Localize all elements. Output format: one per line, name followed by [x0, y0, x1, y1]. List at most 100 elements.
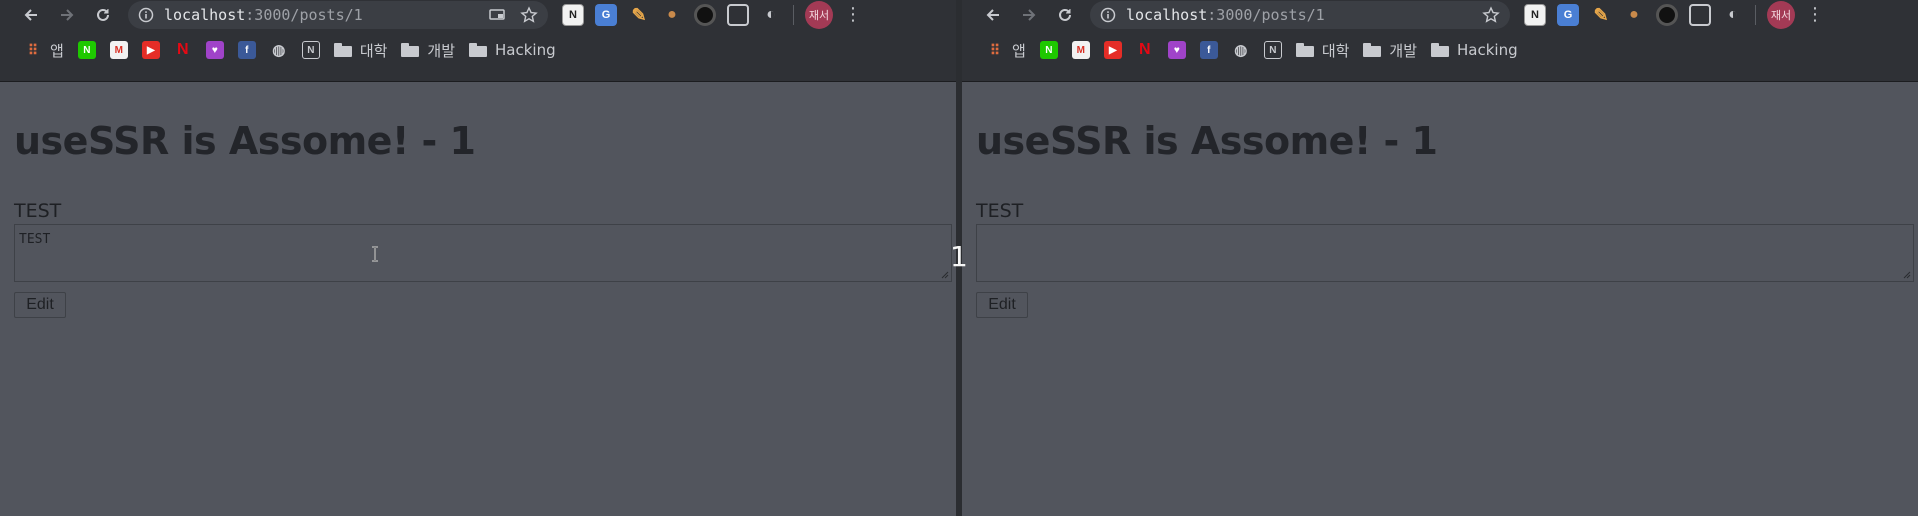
- menu-icon[interactable]: ⋮: [1806, 6, 1824, 24]
- reload-button[interactable]: [1054, 4, 1076, 26]
- gmail-icon[interactable]: M: [1071, 41, 1090, 59]
- netflix-icon[interactable]: N: [1136, 41, 1154, 59]
- window-extension-icon[interactable]: [1689, 4, 1711, 26]
- dark-mode-extension-icon[interactable]: [694, 4, 716, 26]
- naver-icon[interactable]: N: [1039, 41, 1058, 59]
- browser-chrome: localhost:3000/posts/1 N G ✎ ● ◐ 재서 ⋮ ⠿ …: [0, 0, 956, 82]
- omnibox-actions: [1482, 6, 1500, 24]
- notion-icon[interactable]: N: [301, 41, 320, 59]
- netflix-icon[interactable]: N: [174, 41, 192, 59]
- bookmark-folder-univ[interactable]: 대학: [1295, 40, 1350, 61]
- menu-icon[interactable]: ⋮: [844, 6, 862, 24]
- bookmark-folder-hacking[interactable]: Hacking: [469, 41, 556, 59]
- bookmark-label: Hacking: [1457, 41, 1518, 59]
- globe-icon[interactable]: ◍: [1232, 41, 1250, 59]
- facebook-icon[interactable]: f: [237, 41, 256, 59]
- bookmark-folder-hacking[interactable]: Hacking: [1431, 41, 1518, 59]
- toolbar-separator: [793, 5, 794, 25]
- omnibox-actions: [488, 6, 538, 24]
- facebook-icon[interactable]: f: [1199, 41, 1218, 59]
- reload-button[interactable]: [92, 4, 114, 26]
- forward-icon: [1023, 9, 1036, 21]
- page-content: useSSR is Assome! - 1 TEST Edit: [962, 119, 1918, 318]
- info-icon: [1100, 7, 1116, 23]
- youtube-icon[interactable]: ▶: [141, 41, 160, 59]
- bookmark-folder-dev[interactable]: 개발: [1363, 40, 1417, 61]
- resize-grip-icon[interactable]: [941, 271, 949, 279]
- info-icon: [138, 7, 154, 23]
- textarea-value: TEST: [19, 232, 51, 247]
- edit-button[interactable]: Edit: [14, 292, 66, 318]
- folder-icon: [1295, 43, 1314, 57]
- address-bar[interactable]: localhost:3000/posts/1: [1090, 1, 1510, 29]
- star-icon[interactable]: [520, 6, 538, 24]
- url-host: localhost: [164, 6, 246, 24]
- folder-icon: [1431, 43, 1450, 57]
- toolbar-separator: [1755, 5, 1756, 25]
- bookmark-apps[interactable]: ⠿ 앱: [986, 40, 1026, 61]
- bookmark-label: 앱: [1012, 41, 1026, 60]
- notion-icon[interactable]: N: [1263, 41, 1282, 59]
- star-icon[interactable]: [1482, 6, 1500, 24]
- toolbar: localhost:3000/posts/1 N G ✎ ● ◐ 재서 ⋮: [962, 0, 1918, 30]
- back-button[interactable]: [982, 4, 1004, 26]
- page-title: useSSR is Assome! - 1: [976, 119, 1438, 163]
- bookmark-apps[interactable]: ⠿ 앱: [24, 40, 64, 61]
- apps-grid-icon: ⠿: [27, 41, 39, 58]
- browser-window-left: localhost:3000/posts/1 N G ✎ ● ◐ 재서 ⋮ ⠿ …: [0, 0, 956, 516]
- profile-avatar[interactable]: 재서: [805, 1, 833, 29]
- window-extension-icon[interactable]: [727, 4, 749, 26]
- translate-extension-icon[interactable]: G: [595, 4, 617, 26]
- bookmark-label: 개발: [1389, 41, 1418, 60]
- back-button[interactable]: [20, 4, 42, 26]
- youtube-icon[interactable]: ▶: [1103, 41, 1122, 59]
- cookie-extension-icon[interactable]: ●: [661, 4, 683, 26]
- post-textarea[interactable]: TEST: [14, 224, 952, 282]
- gmail-icon[interactable]: M: [109, 41, 128, 59]
- url-text: localhost:3000/posts/1: [1126, 6, 1325, 24]
- bookmarks-bar: ⠿ 앱 N M ▶ N ♥ f ◍ N 대학 개발 Hacking: [0, 30, 956, 70]
- text-cursor-icon: [372, 246, 378, 262]
- url-path: :3000/posts/1: [1207, 6, 1325, 24]
- apps-grid-icon: ⠿: [989, 41, 1001, 58]
- bookmark-heart-icon[interactable]: ♥: [1167, 41, 1186, 59]
- bookmark-label: 대학: [359, 41, 388, 60]
- back-icon: [986, 9, 999, 21]
- back-icon: [24, 9, 37, 21]
- browser-window-right: localhost:3000/posts/1 N G ✎ ● ◐ 재서 ⋮ ⠿: [962, 0, 1918, 516]
- globe-icon[interactable]: ◍: [270, 41, 288, 59]
- pen-extension-icon[interactable]: ✎: [628, 4, 650, 26]
- bookmark-label: 앱: [50, 41, 64, 60]
- folder-icon: [1363, 43, 1382, 57]
- bookmarks-bar: ⠿ 앱 N M ▶ N ♥ f ◍ N 대학 개발 Hacking: [962, 30, 1918, 70]
- mouse-extension-icon[interactable]: ◐: [1722, 4, 1744, 26]
- bookmark-heart-icon[interactable]: ♥: [205, 41, 224, 59]
- translate-extension-icon[interactable]: G: [1557, 4, 1579, 26]
- forward-button[interactable]: [1018, 4, 1040, 26]
- bookmark-label: 대학: [1321, 41, 1350, 60]
- notion-extension-icon[interactable]: N: [562, 4, 584, 26]
- url-text: localhost:3000/posts/1: [164, 6, 363, 24]
- bookmark-folder-univ[interactable]: 대학: [333, 40, 388, 61]
- address-bar[interactable]: localhost:3000/posts/1: [128, 1, 548, 29]
- page-title: useSSR is Assome! - 1: [14, 119, 476, 163]
- bookmark-folder-dev[interactable]: 개발: [401, 40, 455, 61]
- url-path: :3000/posts/1: [245, 6, 363, 24]
- reload-icon: [97, 8, 109, 21]
- post-textarea[interactable]: [976, 224, 1914, 282]
- field-label: TEST: [14, 200, 62, 222]
- step-counter: 1: [950, 240, 968, 273]
- edit-button[interactable]: Edit: [976, 292, 1028, 318]
- notion-extension-icon[interactable]: N: [1524, 4, 1546, 26]
- forward-icon: [61, 9, 74, 21]
- mouse-extension-icon[interactable]: ◐: [760, 4, 782, 26]
- dark-mode-extension-icon[interactable]: [1656, 4, 1678, 26]
- resize-grip-icon[interactable]: [1903, 271, 1911, 279]
- naver-icon[interactable]: N: [77, 41, 96, 59]
- pen-extension-icon[interactable]: ✎: [1590, 4, 1612, 26]
- cookie-extension-icon[interactable]: ●: [1623, 4, 1645, 26]
- cast-icon[interactable]: [488, 6, 506, 24]
- forward-button[interactable]: [56, 4, 78, 26]
- url-host: localhost: [1126, 6, 1208, 24]
- profile-avatar[interactable]: 재서: [1767, 1, 1795, 29]
